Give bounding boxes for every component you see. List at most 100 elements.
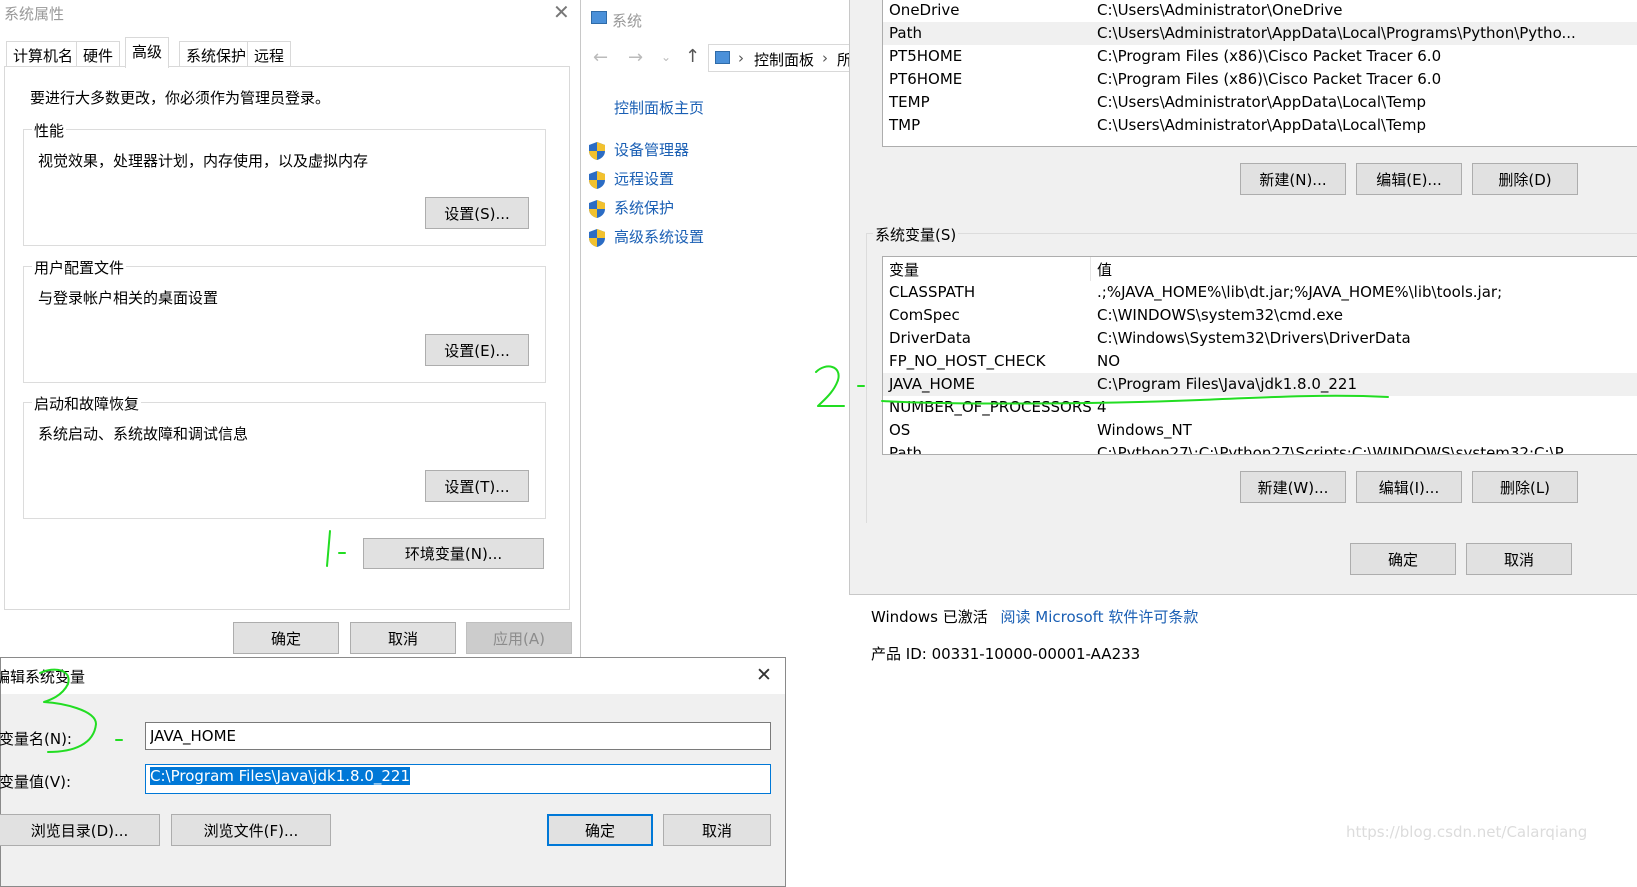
variable-value: C:\Users\Administrator\OneDrive [1097, 1, 1343, 19]
address-bar[interactable]: › 控制面板 › 所 [708, 44, 868, 72]
system-edit-button[interactable]: 编辑(I)... [1356, 471, 1462, 503]
variable-value: NO [1097, 352, 1121, 370]
sidebar-item-label: 远程设置 [614, 170, 675, 188]
cancel-button[interactable]: 取消 [350, 622, 456, 654]
variable-value: C:\Users\Administrator\AppData\Local\Pro… [1097, 24, 1576, 42]
activation-status: Windows 已激活 阅读 Microsoft 软件许可条款 [871, 606, 1198, 627]
profiles-settings-button[interactable]: 设置(E)... [425, 334, 529, 366]
variable-value: C:\Users\Administrator\AppData\Local\Tem… [1097, 93, 1427, 111]
system-variables-title: 系统变量(S) [873, 224, 959, 245]
user-edit-button[interactable]: 编辑(E)... [1356, 163, 1462, 195]
system-window: 系统 ← → ⌄ ↑ › 控制面板 › 所 控制面板主页 设备管理器 远程设置 … [582, 0, 868, 660]
table-row[interactable]: OS Windows_NT [883, 419, 1637, 442]
performance-desc: 视觉效果，处理器计划，内存使用，以及虚拟内存 [38, 152, 369, 170]
admin-note: 要进行大多数更改，你必须作为管理员登录。 [30, 89, 331, 107]
browse-directory-button[interactable]: 浏览目录(D)... [0, 814, 160, 846]
performance-settings-button[interactable]: 设置(S)... [425, 197, 529, 229]
table-row[interactable]: NUMBER_OF_PROCESSORS 4 [883, 396, 1637, 419]
variable-value: C:\Windows\System32\Drivers\DriverData [1097, 329, 1411, 347]
variable-name: JAVA_HOME [889, 375, 976, 393]
table-row-selected[interactable]: JAVA_HOME C:\Program Files\Java\jdk1.8.0… [883, 373, 1637, 396]
startup-group: 启动和故障恢复 系统启动、系统故障和调试信息 设置(T)... [23, 393, 546, 519]
tab-remote[interactable]: 远程 [247, 41, 292, 67]
shield-icon [588, 228, 606, 248]
chevron-down-icon[interactable]: ⌄ [661, 50, 671, 64]
breadcrumb-separator: › [822, 49, 828, 67]
column-divider [1090, 257, 1091, 281]
up-arrow-icon[interactable]: ↑ [685, 46, 700, 67]
startup-settings-button[interactable]: 设置(T)... [425, 470, 529, 502]
cancel-button[interactable]: 取消 [663, 814, 771, 846]
tab-hardware[interactable]: 硬件 [76, 41, 121, 67]
system-new-button[interactable]: 新建(W)... [1240, 471, 1346, 503]
variable-value-field[interactable]: C:\Program Files\Java\jdk1.8.0_221 [145, 764, 771, 794]
breadcrumb-control-panel[interactable]: 控制面板 [754, 49, 814, 70]
list-item[interactable]: OneDrive C:\Users\Administrator\OneDrive [883, 0, 1637, 22]
dialog-titlebar: 编辑系统变量 ✕ [0, 658, 785, 694]
column-header-value[interactable]: 值 [1097, 259, 1112, 280]
forward-arrow-icon[interactable]: → [628, 47, 643, 68]
environment-variables-window: OneDrive C:\Users\Administrator\OneDrive… [849, 0, 1637, 595]
list-item[interactable]: TMP C:\Users\Administrator\AppData\Local… [883, 114, 1637, 137]
table-row[interactable]: DriverData C:\Windows\System32\Drivers\D… [883, 327, 1637, 350]
column-header-variable[interactable]: 变量 [889, 259, 919, 280]
variable-value: C:\Program Files\Java\jdk1.8.0_221 [1097, 375, 1358, 393]
control-panel-home-link[interactable]: 控制面板主页 [614, 97, 704, 118]
profiles-title: 用户配置文件 [32, 257, 127, 278]
tab-advanced[interactable]: 高级 [125, 37, 170, 68]
variable-name: Path [889, 444, 922, 455]
variable-name-label: 变量名(N): [0, 730, 72, 748]
variable-name: DriverData [889, 329, 971, 347]
user-delete-button[interactable]: 删除(D) [1472, 163, 1578, 195]
sidebar-item-device-manager[interactable]: 设备管理器 [588, 139, 689, 161]
variable-name: OneDrive [889, 1, 960, 19]
variable-value: C:\Program Files (x86)\Cisco Packet Trac… [1097, 70, 1442, 88]
user-variables-list[interactable]: OneDrive C:\Users\Administrator\OneDrive… [882, 0, 1637, 147]
variable-name: FP_NO_HOST_CHECK [889, 352, 1046, 370]
sidebar-item-remote-settings[interactable]: 远程设置 [588, 168, 674, 190]
list-item[interactable]: PT6HOME C:\Program Files (x86)\Cisco Pac… [883, 68, 1637, 91]
variable-value: C:\Python27\;C:\Python27\Scripts;C:\WIND… [1097, 444, 1576, 455]
system-variables-list[interactable]: 变量 值 CLASSPATH .;%JAVA_HOME%\lib\dt.jar;… [882, 256, 1637, 455]
variable-name: Path [889, 24, 922, 42]
shield-icon [588, 199, 606, 219]
activation-text: Windows 已激活 [871, 608, 988, 626]
browse-file-button[interactable]: 浏览文件(F)... [171, 814, 331, 846]
system-properties-window: 系统属性 ✕ 计算机名 硬件 高级 系统保护 远程 要进行大多数更改，你必须作为… [0, 0, 581, 660]
table-row[interactable]: FP_NO_HOST_CHECK NO [883, 350, 1637, 373]
sidebar-item-system-protection[interactable]: 系统保护 [588, 197, 674, 219]
variable-value: .;%JAVA_HOME%\lib\dt.jar;%JAVA_HOME%\lib… [1097, 283, 1503, 301]
close-icon[interactable]: ✕ [553, 0, 570, 24]
variable-name: PT5HOME [889, 47, 963, 65]
ok-button[interactable]: 确定 [233, 622, 339, 654]
license-terms-link[interactable]: 阅读 Microsoft 软件许可条款 [1001, 608, 1199, 626]
table-row[interactable]: Path C:\Python27\;C:\Python27\Scripts;C:… [883, 442, 1637, 455]
user-new-button[interactable]: 新建(N)... [1240, 163, 1346, 195]
performance-group: 性能 视觉效果，处理器计划，内存使用，以及虚拟内存 设置(S)... [23, 120, 546, 246]
tab-computer-name[interactable]: 计算机名 [6, 41, 81, 67]
tab-system-protection[interactable]: 系统保护 [179, 41, 254, 67]
startup-title: 启动和故障恢复 [32, 393, 142, 414]
apply-button[interactable]: 应用(A) [466, 622, 572, 654]
environment-variables-button[interactable]: 环境变量(N)... [363, 538, 544, 569]
table-row[interactable]: CLASSPATH .;%JAVA_HOME%\lib\dt.jar;%JAVA… [883, 281, 1637, 304]
system-delete-button[interactable]: 删除(L) [1472, 471, 1578, 503]
list-item[interactable]: PT5HOME C:\Program Files (x86)\Cisco Pac… [883, 45, 1637, 68]
cancel-button[interactable]: 取消 [1466, 543, 1572, 575]
shield-icon [588, 141, 606, 161]
ok-button[interactable]: 确定 [1350, 543, 1456, 575]
ok-button[interactable]: 确定 [547, 814, 653, 846]
close-icon[interactable]: ✕ [756, 664, 772, 686]
list-item[interactable]: TEMP C:\Users\Administrator\AppData\Loca… [883, 91, 1637, 114]
variable-name-field[interactable] [145, 722, 771, 750]
list-header: 变量 值 [883, 257, 1637, 281]
selected-text: C:\Program Files\Java\jdk1.8.0_221 [150, 767, 411, 785]
sidebar-item-advanced-settings[interactable]: 高级系统设置 [588, 226, 704, 248]
table-row[interactable]: ComSpec C:\WINDOWS\system32\cmd.exe [883, 304, 1637, 327]
variable-value-label: 变量值(V): [0, 773, 72, 791]
back-arrow-icon[interactable]: ← [593, 47, 608, 68]
list-item[interactable]: Path C:\Users\Administrator\AppData\Loca… [883, 22, 1637, 45]
tab-panel: 要进行大多数更改，你必须作为管理员登录。 性能 视觉效果，处理器计划，内存使用，… [4, 66, 570, 610]
watermark: https://blog.csdn.net/Calarqiang [1346, 823, 1588, 841]
startup-desc: 系统启动、系统故障和调试信息 [38, 425, 249, 443]
